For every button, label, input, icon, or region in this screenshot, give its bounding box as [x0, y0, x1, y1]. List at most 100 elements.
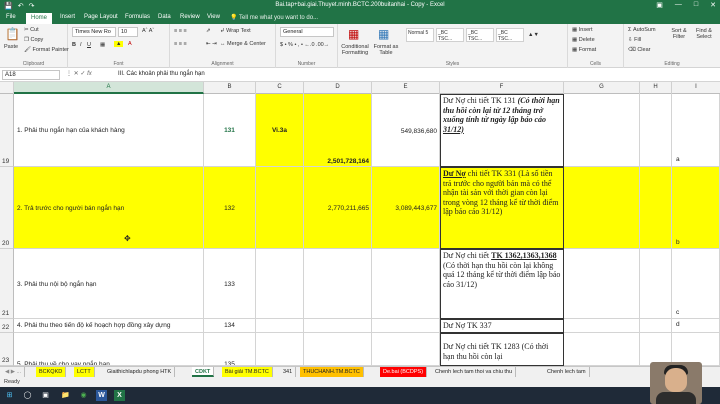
cell-f20[interactable]: Dư Nợ chi tiết TK 331 (Là số tiền trả tr…	[440, 167, 564, 249]
format-cells-button[interactable]: ▦ Format	[572, 47, 596, 53]
column-header-b[interactable]: B	[204, 82, 256, 94]
cell-b23[interactable]: 135	[204, 333, 256, 366]
bold-button[interactable]: B	[72, 42, 76, 48]
sheet-tab[interactable]: De.bai (BCDPS)	[380, 367, 428, 377]
cell-c20[interactable]	[256, 167, 304, 249]
tab-scroll-icon[interactable]: ◀ ▶ ...	[2, 367, 26, 377]
tab-formulas[interactable]: Formulas	[125, 14, 150, 20]
formula-icons[interactable]: ⋮ ✕ ✓ fx	[66, 70, 92, 77]
cell-a23[interactable]: 5. Phải thu về cho vay ngắn hạn	[14, 333, 204, 366]
cell-e23[interactable]	[372, 333, 440, 366]
tab-insert[interactable]: Insert	[60, 14, 75, 20]
find-select-button[interactable]: Find & Select	[692, 28, 716, 40]
excel-icon[interactable]: X	[114, 390, 125, 401]
cell-style-4[interactable]: _BC TSC...	[496, 28, 524, 42]
column-header-h[interactable]: H	[640, 82, 672, 94]
sheet-tab-active[interactable]: CDKT	[192, 367, 215, 377]
search-icon[interactable]: ◯	[22, 390, 33, 401]
cell-a19[interactable]: 1. Phải thu ngắn hạn của khách hàng	[14, 94, 204, 167]
indent-icon[interactable]: ⇤ ⇥	[206, 41, 217, 47]
tab-review[interactable]: Review	[180, 14, 200, 20]
task-view-icon[interactable]: ▣	[40, 390, 51, 401]
align-top-icon[interactable]: ≡ ≡ ≡	[174, 28, 187, 34]
cell-c22[interactable]	[256, 319, 304, 333]
cell-b21[interactable]: 133	[204, 249, 256, 319]
ribbon-options-icon[interactable]: ▣	[656, 1, 663, 9]
fill-color-icon[interactable]: ▲	[114, 41, 124, 47]
cell-b20[interactable]: 132	[204, 167, 256, 249]
maximize-icon[interactable]: □	[694, 1, 698, 9]
cell-d19[interactable]: 2,501,728,164	[304, 94, 372, 167]
start-icon[interactable]: ⊞	[4, 390, 15, 401]
word-icon[interactable]: W	[96, 390, 107, 401]
cell-g23[interactable]	[564, 333, 640, 366]
select-all-corner[interactable]	[0, 82, 14, 94]
tab-home[interactable]: Home	[26, 13, 53, 24]
font-color-icon[interactable]: A	[128, 41, 132, 47]
copy-button[interactable]: ❐ Copy	[24, 37, 43, 43]
cell-g19[interactable]	[564, 94, 640, 167]
cell-b19[interactable]: 131	[204, 94, 256, 167]
name-box[interactable]: A18	[2, 70, 60, 80]
borders-icon[interactable]: ▦	[100, 42, 105, 48]
cut-button[interactable]: ✂ Cut	[24, 27, 39, 33]
cell-e22[interactable]	[372, 319, 440, 333]
orientation-icon[interactable]: ⇗	[206, 28, 211, 34]
paste-button[interactable]: Paste	[4, 44, 18, 50]
cell-f21[interactable]: Dư Nợ chi tiết TK 1362,1363,1368 (Có thờ…	[440, 249, 564, 319]
file-explorer-icon[interactable]: 📁	[60, 390, 71, 401]
sheet-tab[interactable]: BCKQKD	[36, 367, 67, 377]
conditional-formatting-button[interactable]: Conditional Formatting	[340, 44, 370, 56]
formula-input[interactable]: III. Các khoản phải thu ngắn hạn	[118, 71, 205, 77]
sheet-tab[interactable]: Chenh lech tam	[544, 367, 590, 377]
font-size-select[interactable]: 10	[118, 27, 138, 37]
minimize-icon[interactable]: —	[675, 1, 682, 9]
row-header[interactable]: 19	[0, 94, 14, 167]
merge-center-button[interactable]: ↔ Merge & Center	[220, 41, 266, 47]
tab-data[interactable]: Data	[158, 14, 171, 20]
tab-page-layout[interactable]: Page Layout	[84, 14, 118, 20]
clear-button[interactable]: ⌫ Clear	[628, 47, 650, 53]
tab-file[interactable]: File	[6, 14, 16, 20]
sheet-tab[interactable]: LCTT	[74, 367, 95, 377]
format-as-table-button[interactable]: Format as Table	[371, 44, 401, 56]
cell-e21[interactable]	[372, 249, 440, 319]
conditional-formatting-icon[interactable]: ▦	[348, 27, 359, 41]
close-icon[interactable]: ✕	[710, 1, 716, 9]
cell-f22[interactable]: Dư Nợ TK 337	[440, 319, 564, 333]
sheet-tab[interactable]: 341	[280, 367, 297, 377]
chrome-icon[interactable]: ◉	[78, 390, 89, 401]
fill-button[interactable]: ⇩ Fill	[628, 37, 641, 43]
column-header-f[interactable]: F	[440, 82, 564, 94]
cell-i21[interactable]: c	[672, 249, 720, 319]
insert-cells-button[interactable]: ▦ Insert	[572, 27, 593, 33]
cell-a22[interactable]: 4. Phải thu theo tiến độ kế hoạch hợp đồ…	[14, 319, 204, 333]
sheet-tab[interactable]: Bài giải TM.BCTC	[222, 367, 273, 377]
cell-style-3[interactable]: _BC TSC...	[466, 28, 494, 42]
underline-button[interactable]: U	[87, 42, 91, 48]
cell-a21[interactable]: 3. Phải thu nội bộ ngắn hạn	[14, 249, 204, 319]
cell-d20[interactable]: 2,770,211,665	[304, 167, 372, 249]
row-header[interactable]: 21	[0, 249, 14, 319]
cell-a20[interactable]: 2. Trả trước cho người bán ngắn hạn	[14, 167, 204, 249]
cell-h20[interactable]	[640, 167, 672, 249]
cell-c23[interactable]	[256, 333, 304, 366]
cell-i22[interactable]: d	[672, 319, 720, 333]
cell-h21[interactable]	[640, 249, 672, 319]
sort-filter-button[interactable]: Sort & Filter	[668, 28, 690, 40]
sheet-tab[interactable]: THUCHANH.TM.BCTC	[300, 367, 364, 377]
cell-c21[interactable]	[256, 249, 304, 319]
delete-cells-button[interactable]: ▦ Delete	[572, 37, 595, 43]
cell-f23[interactable]: Dư Nợ chi tiết TK 1283 (Có thời hạn thu …	[440, 333, 564, 366]
column-header-d[interactable]: D	[304, 82, 372, 94]
cell-d21[interactable]	[304, 249, 372, 319]
cell-h22[interactable]	[640, 319, 672, 333]
cell-f19[interactable]: Dư Nợ chi tiết TK 131 (Có thời hạn thu h…	[440, 94, 564, 167]
cell-g21[interactable]	[564, 249, 640, 319]
grow-shrink-font-icon[interactable]: Aˆ Aˇ	[142, 28, 154, 34]
cell-g22[interactable]	[564, 319, 640, 333]
column-header-i[interactable]: I	[672, 82, 720, 94]
sheet-tab[interactable]: Giaithichlapdu phong HTK	[104, 367, 176, 377]
cell-c19[interactable]: Vi.3a	[256, 94, 304, 167]
cell-style-1[interactable]: Normal 5	[406, 28, 434, 42]
